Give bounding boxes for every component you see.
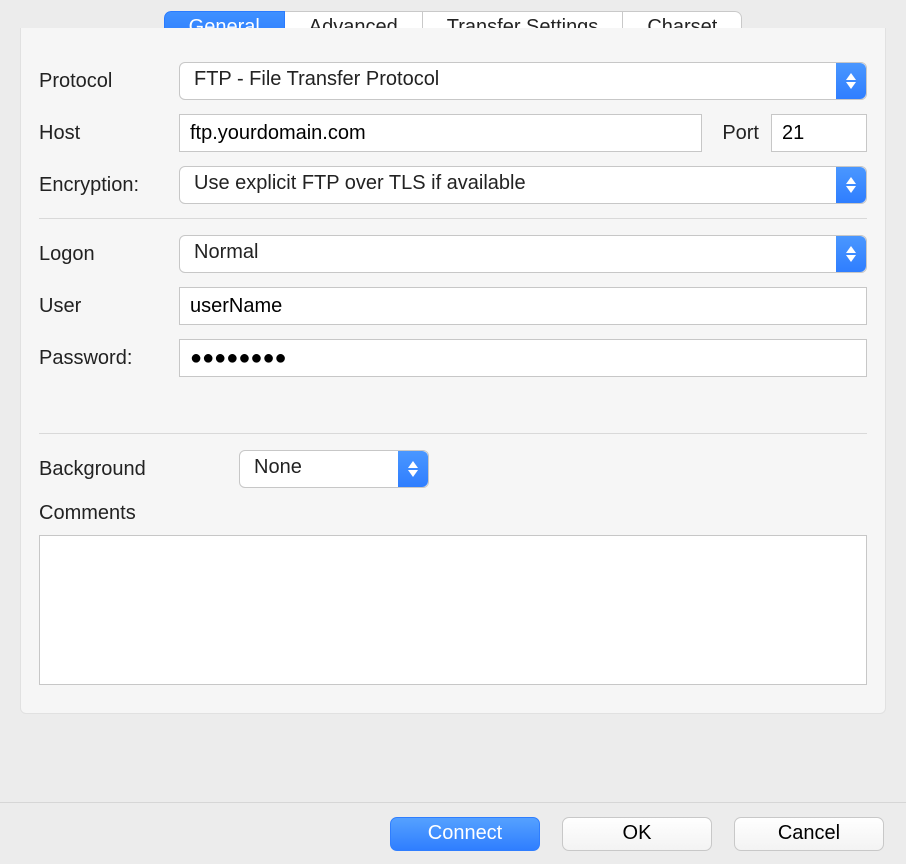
updown-icon: [398, 451, 428, 487]
encryption-select[interactable]: Use explicit FTP over TLS if available: [179, 166, 867, 204]
background-select[interactable]: None: [239, 450, 429, 488]
host-label: Host: [39, 122, 179, 145]
updown-icon: [836, 167, 866, 203]
comments-textarea[interactable]: [39, 535, 867, 685]
cancel-button[interactable]: Cancel: [734, 817, 884, 851]
logon-select[interactable]: Normal: [179, 235, 867, 273]
port-input[interactable]: [771, 114, 867, 152]
encryption-label: Encryption:: [39, 174, 179, 197]
protocol-label: Protocol: [39, 70, 179, 93]
connect-button[interactable]: Connect: [390, 817, 540, 851]
protocol-select[interactable]: FTP - File Transfer Protocol: [179, 62, 867, 100]
logon-value: Normal: [194, 241, 258, 263]
ok-button[interactable]: OK: [562, 817, 712, 851]
comments-label: Comments: [39, 502, 867, 525]
user-input[interactable]: [179, 287, 867, 325]
password-input[interactable]: [179, 339, 867, 377]
port-label: Port: [722, 122, 759, 145]
background-label: Background: [39, 458, 239, 481]
protocol-value: FTP - File Transfer Protocol: [194, 68, 439, 90]
updown-icon: [836, 63, 866, 99]
updown-icon: [836, 236, 866, 272]
encryption-value: Use explicit FTP over TLS if available: [194, 172, 526, 194]
divider: [39, 218, 867, 219]
password-label: Password:: [39, 347, 179, 370]
divider: [39, 433, 867, 434]
dialog-footer: Connect OK Cancel: [0, 802, 906, 864]
logon-label: Logon: [39, 243, 179, 266]
background-value: None: [254, 456, 302, 478]
host-input[interactable]: [179, 114, 702, 152]
general-panel: Protocol FTP - File Transfer Protocol Ho…: [20, 28, 886, 714]
user-label: User: [39, 295, 179, 318]
